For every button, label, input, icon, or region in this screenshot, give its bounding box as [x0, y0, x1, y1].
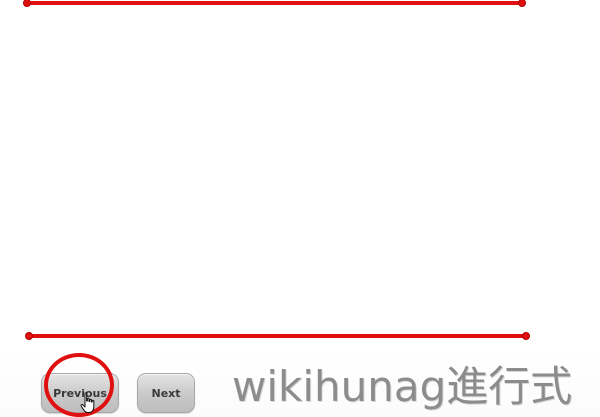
previous-button-label: Previous [53, 386, 107, 400]
bottom-right-handle [522, 332, 530, 340]
next-button[interactable]: Next [137, 373, 195, 413]
top-left-handle [23, 0, 31, 7]
previous-button[interactable]: Previous [41, 373, 119, 413]
bottom-left-handle [25, 332, 33, 340]
watermark-text: wikihunag進行式 [232, 362, 573, 411]
bottom-guide-line [28, 334, 527, 338]
top-right-handle [518, 0, 526, 7]
top-guide-line [26, 1, 524, 5]
next-button-label: Next [151, 386, 181, 400]
